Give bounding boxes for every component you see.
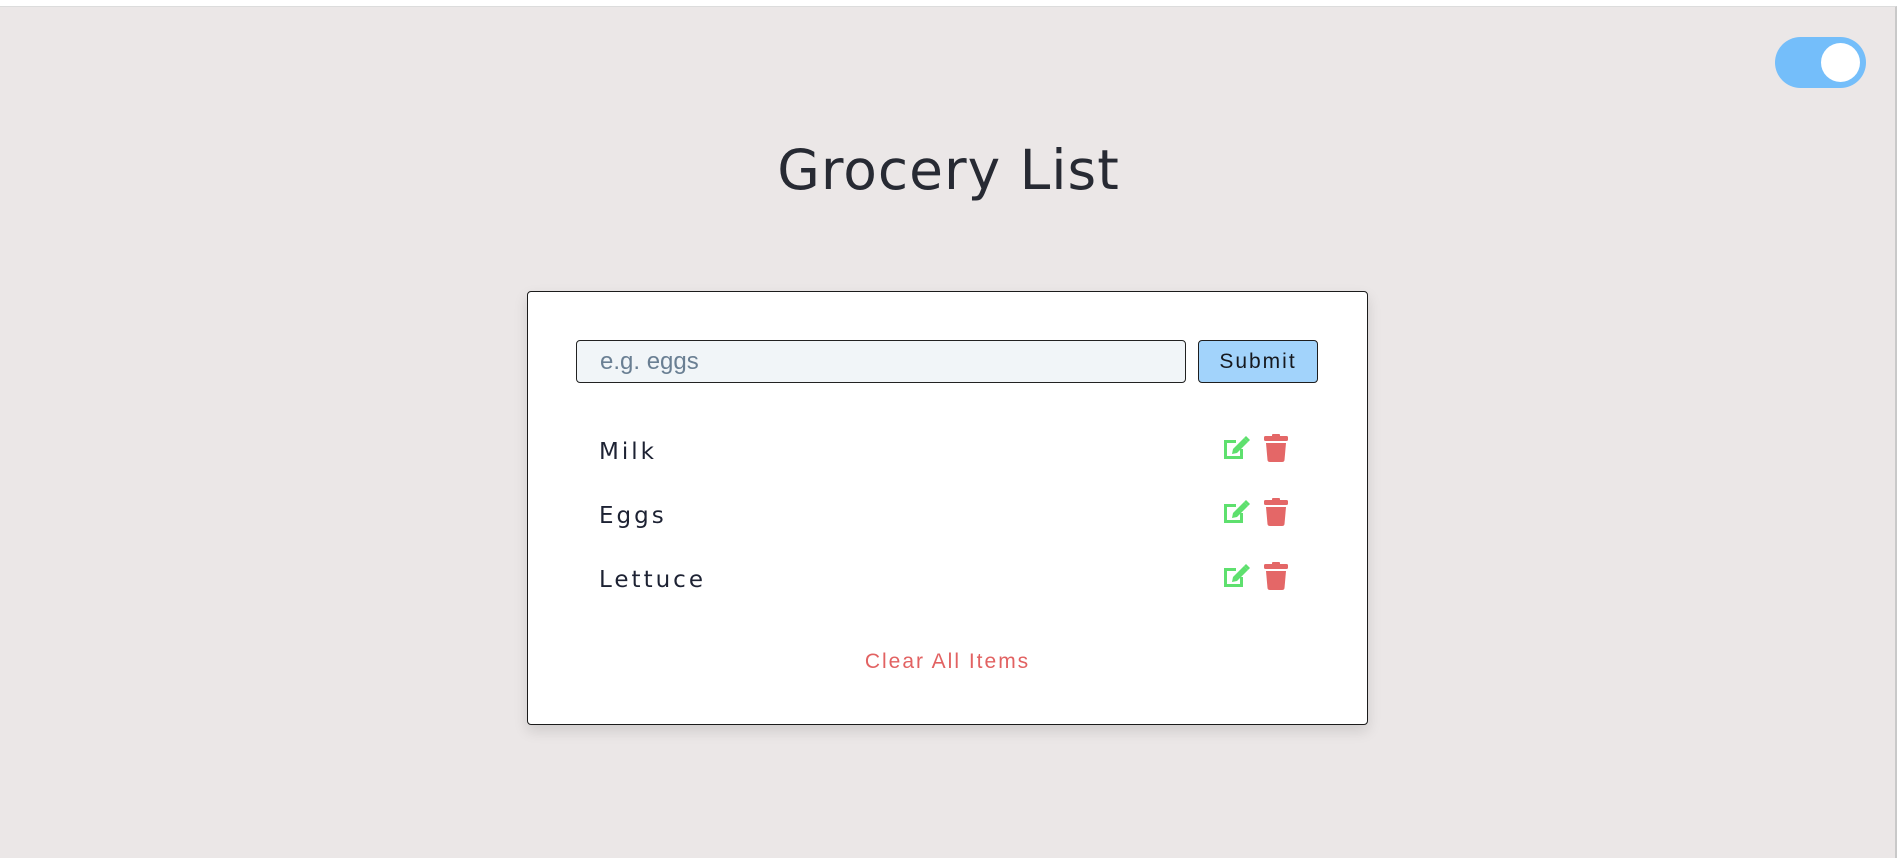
grocery-item: Lettuce [599,562,1288,628]
trash-icon[interactable] [1262,497,1290,527]
theme-toggle[interactable] [1775,37,1866,88]
grocery-item: Milk [599,434,1288,500]
submit-button[interactable]: Submit [1198,340,1318,383]
edit-icon[interactable] [1222,433,1250,463]
grocery-list: Milk Eggs Lettuce [599,434,1288,628]
grocery-card: Submit Milk [527,291,1368,725]
edit-icon[interactable] [1222,497,1250,527]
clear-all-button[interactable]: Clear All Items [528,649,1367,675]
item-name: Lettuce [599,567,706,593]
grocery-item: Eggs [599,498,1288,564]
item-actions [1222,432,1290,464]
page-title: Grocery List [777,138,1120,202]
add-item-form: Submit [576,340,1320,383]
item-actions [1222,496,1290,528]
trash-icon[interactable] [1262,433,1290,463]
grocery-input[interactable] [576,340,1186,383]
item-name: Milk [599,439,657,465]
trash-icon[interactable] [1262,561,1290,591]
item-name: Eggs [599,503,667,529]
toggle-knob [1821,43,1860,82]
item-actions [1222,560,1290,592]
app-container: Grocery List Submit Milk [0,6,1897,858]
edit-icon[interactable] [1222,561,1250,591]
